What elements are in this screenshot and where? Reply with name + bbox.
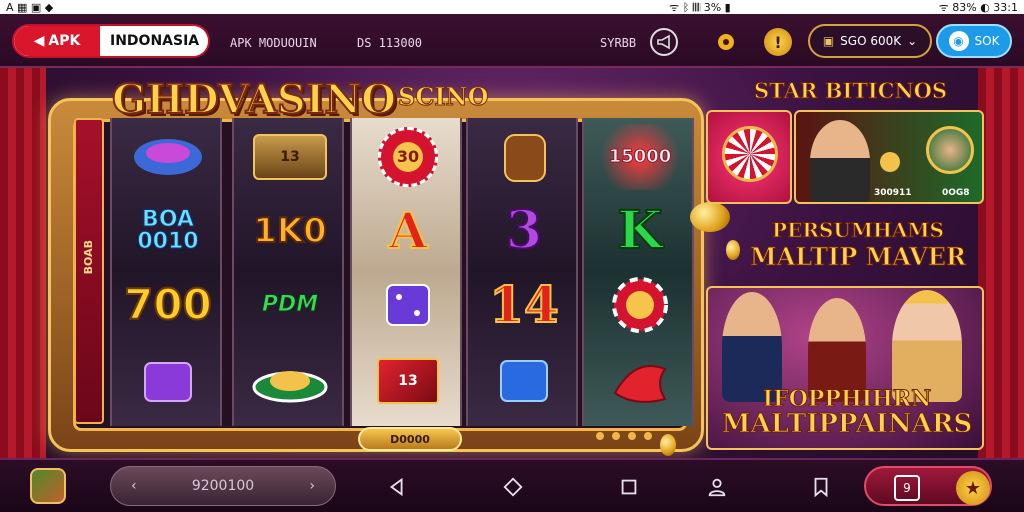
symbol-1k0: 1K0 — [252, 211, 328, 251]
multiplayer-text: IFOPPHIHRN MALTIPPAINARS — [708, 385, 982, 439]
info-coin-icon[interactable]: ! — [764, 28, 792, 56]
top-bar: ◀ APK INDONASIA APK MODUOUIN DS 113000 S… — [0, 14, 1024, 68]
symbol-purple-gem — [122, 348, 214, 414]
floating-coin-icon — [726, 240, 740, 260]
reel-1: BOA 0010 700 — [110, 118, 222, 426]
roulette-wheel-icon — [722, 126, 778, 182]
symbol-barrel — [478, 124, 570, 190]
symbol-700: 700 — [123, 280, 213, 329]
account-label: SOK — [974, 34, 1000, 48]
curtain-right — [978, 68, 1024, 458]
status-center-icons: ᯤ ᛒ 𝄃𝄃𝄃 3% ▮ — [669, 0, 731, 14]
symbol-red-book: 13 — [362, 348, 454, 414]
red-book-label: 13 — [377, 358, 439, 404]
symbol-a: A — [388, 201, 429, 260]
dealer-avatar — [810, 120, 870, 202]
reel-2: 13 1K0 PDM — [232, 118, 344, 426]
symbol-poker-chip — [594, 272, 686, 338]
header-text-3: SYRBB — [600, 36, 637, 50]
symbol-pdm: PDM — [261, 292, 319, 317]
menu-square-button[interactable]: 9 — [894, 475, 920, 501]
back-icon[interactable] — [384, 474, 410, 500]
card3-line-1: IFOPPHIHRN — [762, 385, 932, 412]
chevron-left-icon[interactable]: ‹ — [131, 478, 137, 494]
symbol-dice — [362, 272, 454, 338]
coin-balance: SGO 600K — [840, 34, 902, 48]
reel-3: 30 A 13 — [350, 118, 462, 426]
bookmark-icon[interactable] — [808, 474, 834, 500]
bottom-nav-bar: ‹ 9200100 › 9 ★ — [0, 458, 1024, 512]
page-dots — [596, 432, 652, 440]
promo-line-1: PERSUMHAMS — [772, 218, 945, 243]
settings-gear-icon[interactable] — [712, 28, 740, 56]
red-chip-label: 30 — [378, 127, 438, 187]
lever-knob-icon — [880, 152, 900, 172]
dealers-caption-1: 300911 — [874, 188, 912, 198]
symbol-k: K — [616, 200, 663, 261]
game-logo-sub: SCINO — [398, 82, 490, 112]
player-avatar — [926, 126, 974, 174]
symbol-blue-gem — [478, 348, 570, 414]
megaphone-icon[interactable] — [650, 28, 678, 56]
roulette-card[interactable] — [706, 110, 792, 204]
apk-label: ◀ APK — [14, 26, 100, 56]
action-button-group: 9 ★ — [864, 466, 992, 506]
profile-icon: ◉ — [948, 31, 969, 51]
promo-title: STAR BITICNOS — [753, 78, 948, 104]
status-bar: A ▦ ▣ ◆ ᯤ ᛒ 𝄃𝄃𝄃 3% ▮ ᯤ 83% ◐ 33:1 — [0, 0, 1024, 14]
brand-badge[interactable]: ◀ APK INDONASIA — [12, 24, 210, 58]
chest-label: 13 — [253, 134, 327, 180]
pager-value: 9200100 — [191, 478, 255, 494]
header-text-2: DS 113000 — [357, 36, 423, 50]
reel-4: 3 14 — [466, 118, 578, 426]
promo-banner-text: PERSUMHAMS MALTIP MAVER — [740, 218, 976, 272]
user-icon[interactable] — [704, 474, 730, 500]
home-icon[interactable] — [500, 474, 526, 500]
symbol-boa: BOA 0010 — [137, 207, 199, 254]
dealers-caption-2: 0OG8 — [942, 188, 970, 198]
reel-5: 15000 K — [582, 118, 694, 426]
symbol-15000: 15000 — [594, 124, 686, 190]
dealers-card[interactable]: 300911 0OG8 — [794, 110, 984, 204]
chevron-right-icon[interactable]: › — [309, 478, 315, 494]
bet-display[interactable]: D0000 — [358, 427, 462, 451]
symbol-14: 14 — [488, 275, 560, 334]
symbol-green-chip — [244, 348, 336, 414]
floating-coin-icon — [660, 434, 676, 456]
symbol-red-horn — [594, 348, 686, 414]
curtain-left — [0, 68, 46, 458]
symbol-3: 3 — [505, 200, 543, 261]
status-right-icons: ᯤ 83% ◐ 33:1 — [938, 0, 1018, 14]
card3-line-2: MALTIPPAINARS — [721, 408, 973, 439]
floating-coin-icon — [690, 202, 730, 232]
apk-arrow-icon: ◀ — [33, 33, 45, 49]
multiplayer-card[interactable]: IFOPPHIHRN MALTIPPAINARS — [706, 286, 984, 450]
side-panel-label: BOAB — [82, 240, 95, 275]
wallet-icon: ▣ — [822, 34, 835, 48]
country-label: INDONASIA — [110, 33, 200, 49]
coin-balance-pill[interactable]: ▣ SGO 600K ⌄ — [808, 24, 932, 58]
game-logo: GHDVASINO — [111, 75, 397, 124]
game-thumbnail[interactable] — [30, 468, 66, 504]
promo-line-2: MALTIP MAVER — [750, 242, 967, 272]
pager-control: ‹ 9200100 › — [110, 466, 336, 506]
side-panel: BOAB — [74, 118, 104, 424]
account-pill[interactable]: ◉ SOK — [936, 24, 1012, 58]
chevron-down-icon: ⌄ — [907, 34, 918, 48]
recents-icon[interactable] — [616, 474, 642, 500]
star-icon[interactable]: ★ — [956, 471, 990, 505]
status-left-icons: A ▦ ▣ ◆ — [6, 0, 54, 14]
header-text-1: APK MODUOUIN — [230, 36, 317, 50]
